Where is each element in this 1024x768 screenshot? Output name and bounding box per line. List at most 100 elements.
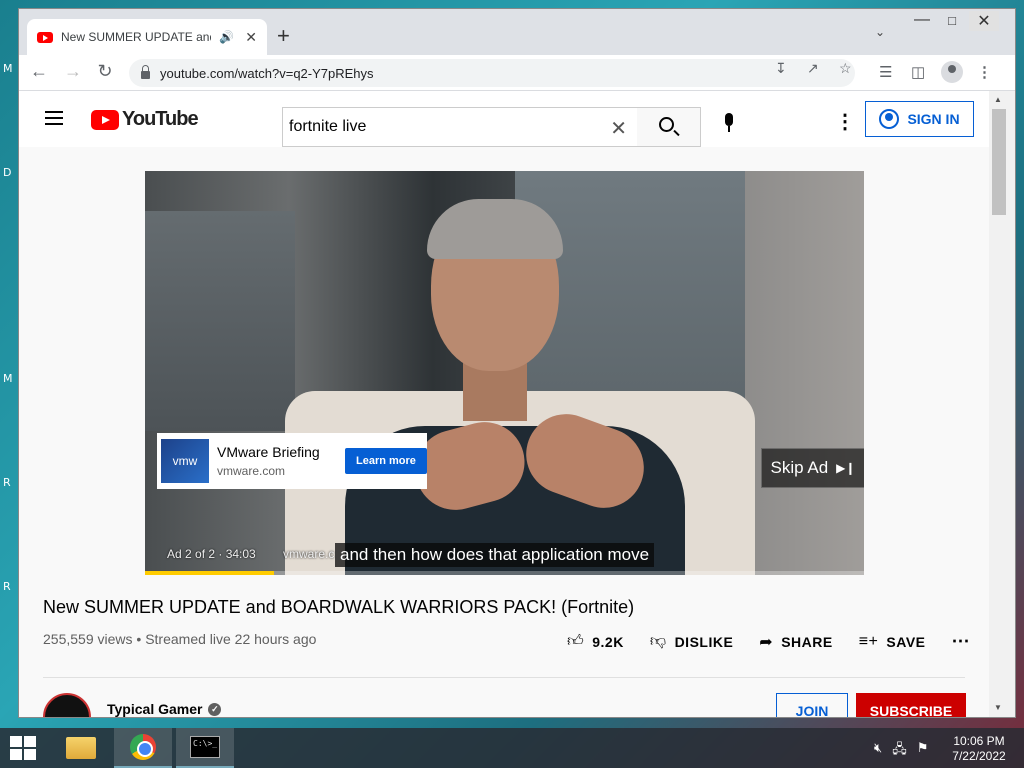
join-button[interactable]: JOIN [776,693,848,717]
close-window-button[interactable]: ✕ [969,11,999,31]
chrome-menu-icon[interactable]: ⋮ [977,63,992,81]
ad-domain-overlay[interactable]: vmware.c [283,547,334,561]
vmware-logo: vmw [161,439,209,483]
youtube-header: YouTube fortnite live ✕ ⋮ SIGN IN [19,91,989,147]
scroll-down-icon[interactable]: ▼ [994,703,1002,712]
ad-title: VMware Briefing [217,444,320,460]
action-center-icon[interactable]: ⚑ [917,740,929,762]
account-icon [879,109,900,129]
view-count: 255,559 views [43,631,133,647]
divider [43,677,965,678]
meta-separator: • [136,631,146,647]
chrome-icon [130,734,156,760]
sign-in-label: SIGN IN [907,111,960,127]
desktop-icon-label: R [3,580,11,593]
sign-in-button[interactable]: SIGN IN [865,101,974,137]
url-text[interactable]: youtube.com/watch?v=q2-Y7pREhys [160,66,374,81]
channel-name-link[interactable]: Typical Gamer ✓ [107,701,222,717]
settings-menu-icon[interactable]: ⋮ [835,109,855,134]
skip-next-icon: ▶❙ [836,461,856,475]
video-frame-background [145,211,295,431]
share-page-icon[interactable]: ↗ [807,60,819,77]
save-label: SAVE [886,633,926,650]
forward-button[interactable]: → [61,61,85,82]
like-button[interactable]: 👍︎ 9.2K [567,632,624,651]
search-input[interactable]: fortnite live ✕ [282,107,638,147]
voice-search-icon[interactable] [717,111,741,135]
youtube-logo[interactable]: YouTube [91,108,199,131]
clock-time: 10:06 PM [953,734,1005,748]
scroll-thumb[interactable] [992,109,1006,215]
thumbs-up-icon: 👍︎ [567,633,585,650]
channel-avatar[interactable] [43,693,91,717]
media-controls-icon[interactable]: ☰ [879,63,892,81]
tab-strip: New SUMMER UPDATE and BOARDWALK WARRIORS… [19,9,1015,55]
share-arrow-icon: ➦ [759,633,774,651]
playlist-add-icon: ≡+ [858,632,879,650]
ad-overlay-card[interactable]: vmw VMware Briefing vmware.com Learn mor… [157,433,427,489]
side-panel-icon[interactable]: ◫ [911,63,925,81]
desktop-icon-label: M [3,62,13,75]
reload-button[interactable]: ↻ [93,61,117,82]
profile-avatar-icon[interactable] [941,61,963,83]
streamed-date: Streamed live 22 hours ago [145,631,317,647]
tab-close-icon[interactable]: ✕ [245,29,257,46]
folder-icon [66,737,96,759]
youtube-favicon-icon [37,31,53,43]
address-bar[interactable]: youtube.com/watch?v=q2-Y7pREhys [129,59,855,87]
tab-youtube[interactable]: New SUMMER UPDATE and BOARDWALK WARRIORS… [27,19,267,55]
network-icon[interactable]: 🖧︎ [892,740,907,762]
video-meta: 255,559 views • Streamed live 22 hours a… [43,631,316,647]
thumbs-down-icon: 👎︎ [649,633,667,650]
tab-title: New SUMMER UPDATE and BOARDWALK WARRIORS… [61,30,211,44]
verified-check-icon: ✓ [208,702,222,716]
skip-ad-button[interactable]: Skip Ad ▶❙ [761,448,864,488]
tab-search-icon[interactable]: ⌄ [875,25,885,39]
youtube-wordmark: YouTube [122,108,199,130]
share-button[interactable]: ➦ SHARE [759,632,832,652]
channel-name: Typical Gamer [107,701,203,717]
desktop-icon-label: R [3,476,11,489]
taskbar-clock[interactable]: 10:06 PM 7/22/2022 [944,734,1014,764]
skip-ad-label: Skip Ad [770,458,829,477]
install-icon[interactable]: ↧ [775,60,787,77]
minimize-button[interactable]: — [907,11,937,29]
lock-icon[interactable] [141,65,150,79]
desktop-icon-label: M [3,372,13,385]
volume-muted-icon[interactable]: 🔇︎ [874,740,882,762]
taskbar-command-prompt[interactable]: C:\>_ [176,728,234,768]
start-button[interactable] [10,736,36,760]
save-button[interactable]: ≡+ SAVE [859,633,926,651]
ad-domain: vmware.com [217,464,286,478]
dislike-button[interactable]: 👎︎ DISLIKE [650,632,733,651]
page-scrollbar[interactable]: ▲ ▼ [989,91,1015,717]
chrome-window: New SUMMER UPDATE and BOARDWALK WARRIORS… [18,8,1016,718]
youtube-page: YouTube fortnite live ✕ ⋮ SIGN IN vmw VM… [19,91,989,717]
clear-search-icon[interactable]: ✕ [610,116,627,141]
youtube-play-icon [91,109,119,130]
search-query[interactable]: fortnite live [289,118,366,136]
learn-more-button[interactable]: Learn more [345,448,427,474]
more-actions-icon[interactable]: ⋯ [952,631,970,652]
subscribe-button[interactable]: SUBSCRIBE [856,693,966,717]
bookmark-star-icon[interactable]: ☆ [839,60,852,77]
ad-status-text: Ad 2 of 2 · 34:03 [167,547,256,561]
windows-taskbar: C:\>_ 🔇︎ 🖧︎ ⚑ 10:06 PM 7/22/2022 [0,728,1024,768]
maximize-button[interactable]: □ [937,13,967,28]
video-title: New SUMMER UPDATE and BOARDWALK WARRIORS… [43,597,635,617]
speaker-icon[interactable]: 🔊 [219,30,234,44]
desktop-icon-label: D [3,166,12,179]
search-button[interactable] [637,107,701,147]
taskbar-file-explorer[interactable] [52,728,110,768]
like-count: 9.2K [592,633,624,650]
system-tray: 🔇︎ 🖧︎ ⚑ [874,740,928,762]
new-tab-button[interactable]: + [277,23,290,49]
guide-menu-icon[interactable] [45,111,63,125]
video-actions: 👍︎ 9.2K 👎︎ DISLIKE ➦ SHARE ≡+ SAVE ⋯ [567,631,970,652]
taskbar-chrome[interactable] [114,728,172,768]
video-player[interactable]: vmw VMware Briefing vmware.com Learn mor… [145,171,864,575]
ad-progress-bar[interactable] [145,571,864,575]
scroll-up-icon[interactable]: ▲ [994,95,1002,104]
dislike-label: DISLIKE [674,633,734,650]
back-button[interactable]: ← [27,61,51,82]
